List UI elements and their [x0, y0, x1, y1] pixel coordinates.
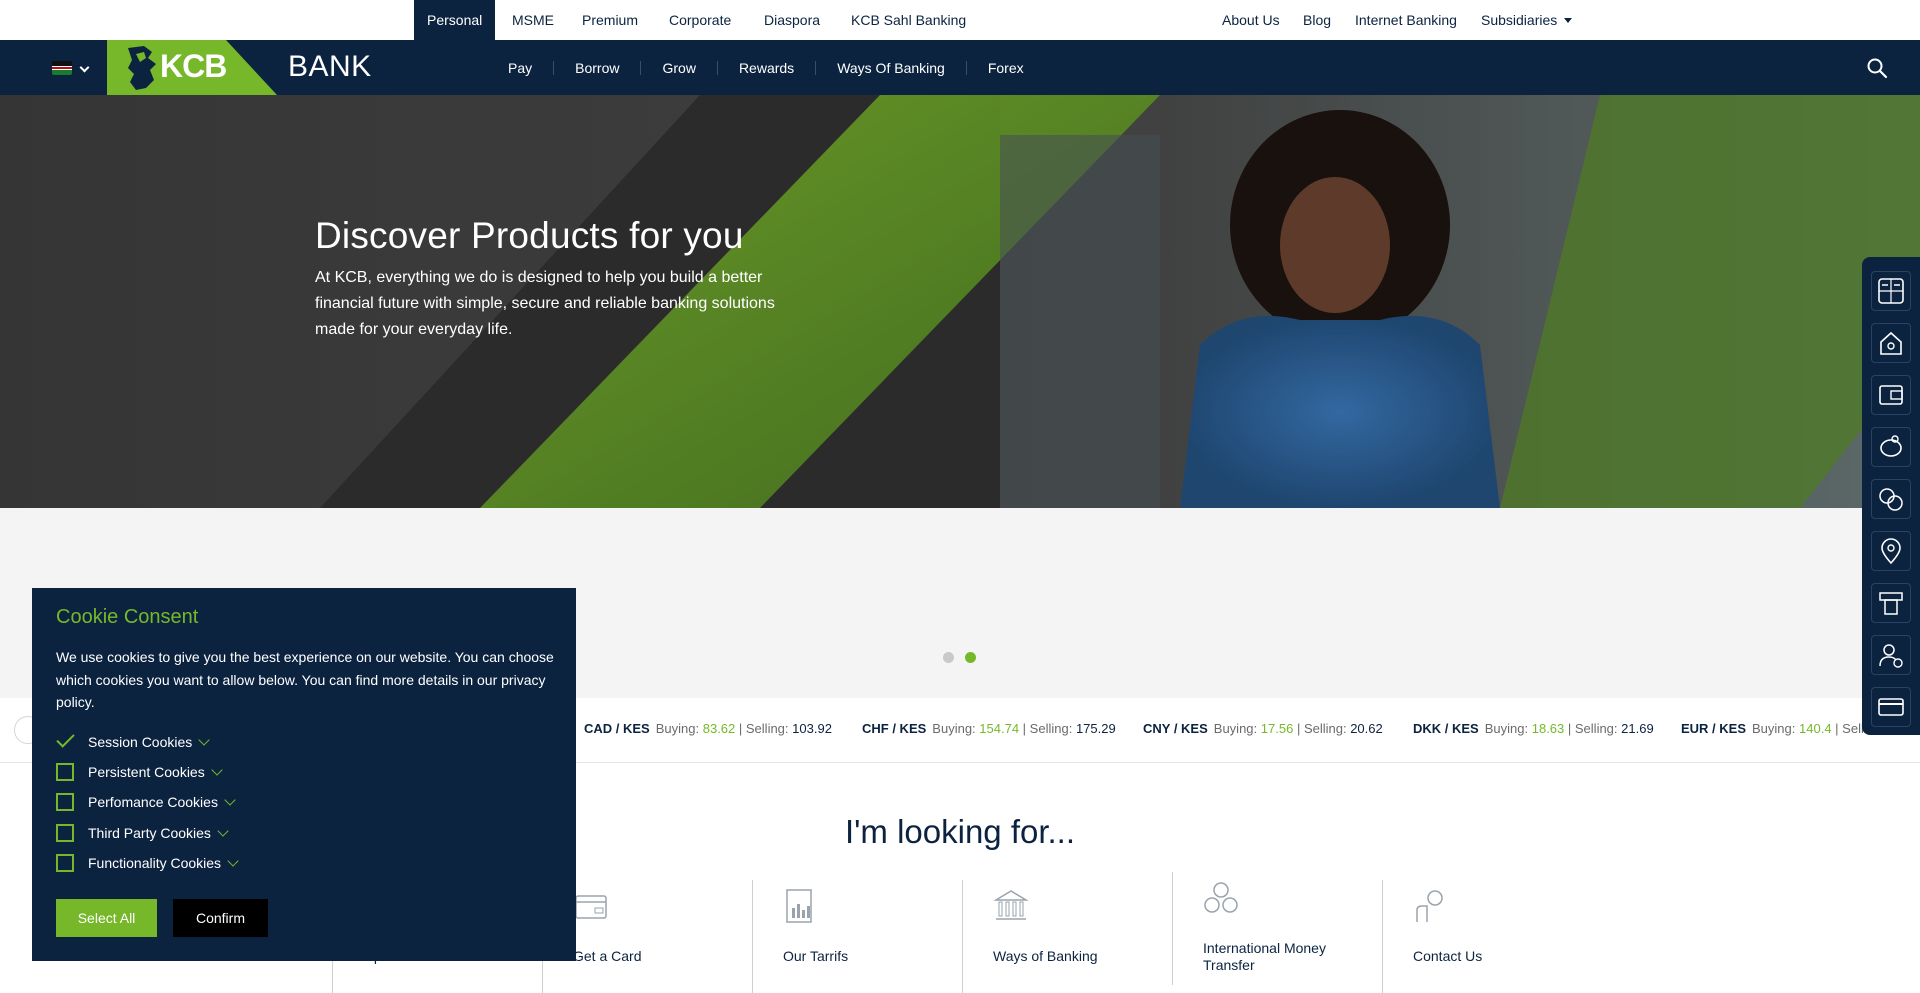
search-icon[interactable] [1866, 57, 1888, 79]
hero-description: At KCB, everything we do is designed to … [315, 269, 775, 338]
cookie-option-third-party[interactable]: Third Party Cookies [56, 822, 229, 844]
logo-text[interactable]: KCB [160, 48, 227, 85]
forex-rate-item: CNY / KES Buying: 17.56 | Selling: 20.62 [1143, 721, 1383, 736]
sidebar-home-loan[interactable] [1871, 323, 1911, 363]
sidebar-savings[interactable] [1871, 427, 1911, 467]
sidebar-cards[interactable] [1871, 687, 1911, 727]
kenya-flag-icon[interactable] [52, 61, 72, 75]
side-toolbar [1862, 257, 1920, 735]
chevron-down-icon[interactable] [227, 854, 239, 867]
wallet-icon [1879, 385, 1903, 405]
calculator-icon [1878, 278, 1904, 304]
forex-pair: CHF / KES [862, 721, 927, 736]
segment-corporate[interactable]: Corporate [669, 0, 731, 40]
hero-banner: Discover Products for you At KCB, everyt… [0, 95, 1920, 508]
cookie-consent-dialog: Cookie Consent We use cookies to give yo… [32, 588, 576, 961]
select-all-button[interactable]: Select All [56, 899, 157, 937]
forex-pair: DKK / KES [1413, 721, 1479, 736]
kcb-lion-icon [128, 46, 156, 90]
card-label: Ways of Banking [993, 948, 1098, 964]
main-nav: KCB BANK Pay Borrow Grow Rewards Ways Of… [0, 40, 1920, 95]
chevron-down-icon[interactable] [211, 763, 223, 776]
credit-card-icon [1878, 698, 1904, 716]
nav-pay[interactable]: Pay [487, 61, 553, 75]
chevron-down-icon[interactable] [224, 793, 236, 806]
cookie-option-performance[interactable]: Perfomance Cookies [56, 791, 236, 813]
chevron-down-icon[interactable] [198, 733, 210, 746]
checkbox[interactable] [56, 824, 74, 842]
card-our-tarrifs[interactable]: Our Tarrifs [752, 880, 962, 993]
cookie-option-persistent[interactable]: Persistent Cookies [56, 761, 223, 783]
forex-pair: EUR / KES [1681, 721, 1747, 736]
segment-premium[interactable]: Premium [582, 0, 638, 40]
chevron-down-icon[interactable] [79, 62, 90, 73]
sidebar-wallet[interactable] [1871, 375, 1911, 415]
card-ways-of-banking[interactable]: Ways of Banking [962, 880, 1172, 993]
logo-bank-text[interactable]: BANK [288, 50, 372, 84]
checkbox[interactable] [56, 793, 74, 811]
atm-icon [1879, 592, 1903, 615]
forex-rate-item: DKK / KES Buying: 18.63 | Selling: 21.69 [1413, 721, 1654, 736]
contact-icon [1416, 890, 1443, 922]
segment-diaspora[interactable]: Diaspora [764, 0, 820, 40]
chevron-down-icon[interactable] [217, 824, 229, 837]
card-label: Our Tarrifs [783, 948, 849, 964]
card-label: Get a Card [573, 948, 642, 964]
checkbox[interactable] [56, 763, 74, 781]
forex-rate-item: CHF / KES Buying: 154.74 | Selling: 175.2… [862, 721, 1116, 736]
caret-down-icon [1564, 17, 1573, 23]
link-blog[interactable]: Blog [1303, 0, 1331, 40]
money-transfer-icon [1204, 882, 1238, 913]
checkmark-icon[interactable] [56, 733, 74, 751]
cookie-description: We use cookies to give you the best expe… [56, 649, 554, 710]
nav-grow[interactable]: Grow [640, 60, 716, 75]
link-subsidiaries[interactable]: Subsidiaries [1481, 0, 1573, 40]
segment-personal[interactable]: Personal [414, 0, 496, 40]
card-contact-us[interactable]: Contact Us [1382, 880, 1592, 993]
sidebar-account[interactable] [1871, 635, 1911, 675]
card-label: Contact Us [1413, 948, 1483, 964]
sidebar-forex[interactable] [1871, 479, 1911, 519]
home-loan-icon [1880, 331, 1902, 355]
card-label: International Money Transfer [1203, 940, 1326, 973]
card-icon [575, 895, 607, 919]
nav-borrow[interactable]: Borrow [553, 60, 640, 75]
link-internet-banking[interactable]: Internet Banking [1355, 0, 1457, 40]
bank-icon [993, 890, 1029, 920]
link-about-us[interactable]: About Us [1222, 0, 1280, 40]
hero-title: Discover Products for you [315, 215, 744, 256]
segment-msme[interactable]: MSME [512, 0, 554, 40]
nav-ways-of-banking[interactable]: Ways Of Banking [815, 60, 966, 75]
cookie-title: Cookie Consent [56, 606, 199, 628]
forex-pair: CNY / KES [1143, 721, 1208, 736]
top-bar: Personal MSME Premium Corporate Diaspora… [0, 0, 1920, 40]
confirm-button[interactable]: Confirm [173, 899, 268, 937]
carousel-dot-1[interactable] [943, 652, 954, 663]
forex-rate-item: EUR / KES Buying: 140.4 | Sellin [1681, 721, 1874, 736]
currency-exchange-icon [1879, 488, 1903, 511]
cookie-option-session[interactable]: Session Cookies [56, 731, 210, 753]
card-international-money-transfer[interactable]: International Money Transfer [1172, 872, 1382, 985]
nav-forex[interactable]: Forex [965, 60, 1045, 75]
cookie-option-functionality[interactable]: Functionality Cookies [56, 852, 239, 874]
sidebar-locator[interactable] [1871, 531, 1911, 571]
tariffs-icon [786, 889, 812, 923]
forex-rate-item: CAD / KES Buying: 83.62 | Selling: 103.92 [584, 721, 832, 736]
checkbox[interactable] [56, 854, 74, 872]
sidebar-atm[interactable] [1871, 583, 1911, 623]
segment-kcb-sahl-banking[interactable]: KCB Sahl Banking [851, 0, 966, 40]
nav-links: Pay Borrow Grow Rewards Ways Of Banking … [487, 40, 1045, 95]
user-check-icon [1879, 644, 1903, 668]
sidebar-calculator[interactable] [1871, 271, 1911, 311]
nav-rewards[interactable]: Rewards [716, 60, 815, 75]
carousel-dot-2[interactable] [965, 652, 976, 663]
forex-pair: CAD / KES [584, 721, 650, 736]
piggy-bank-icon [1880, 435, 1902, 457]
location-icon [1881, 538, 1901, 565]
hero-background-image [0, 95, 1920, 508]
